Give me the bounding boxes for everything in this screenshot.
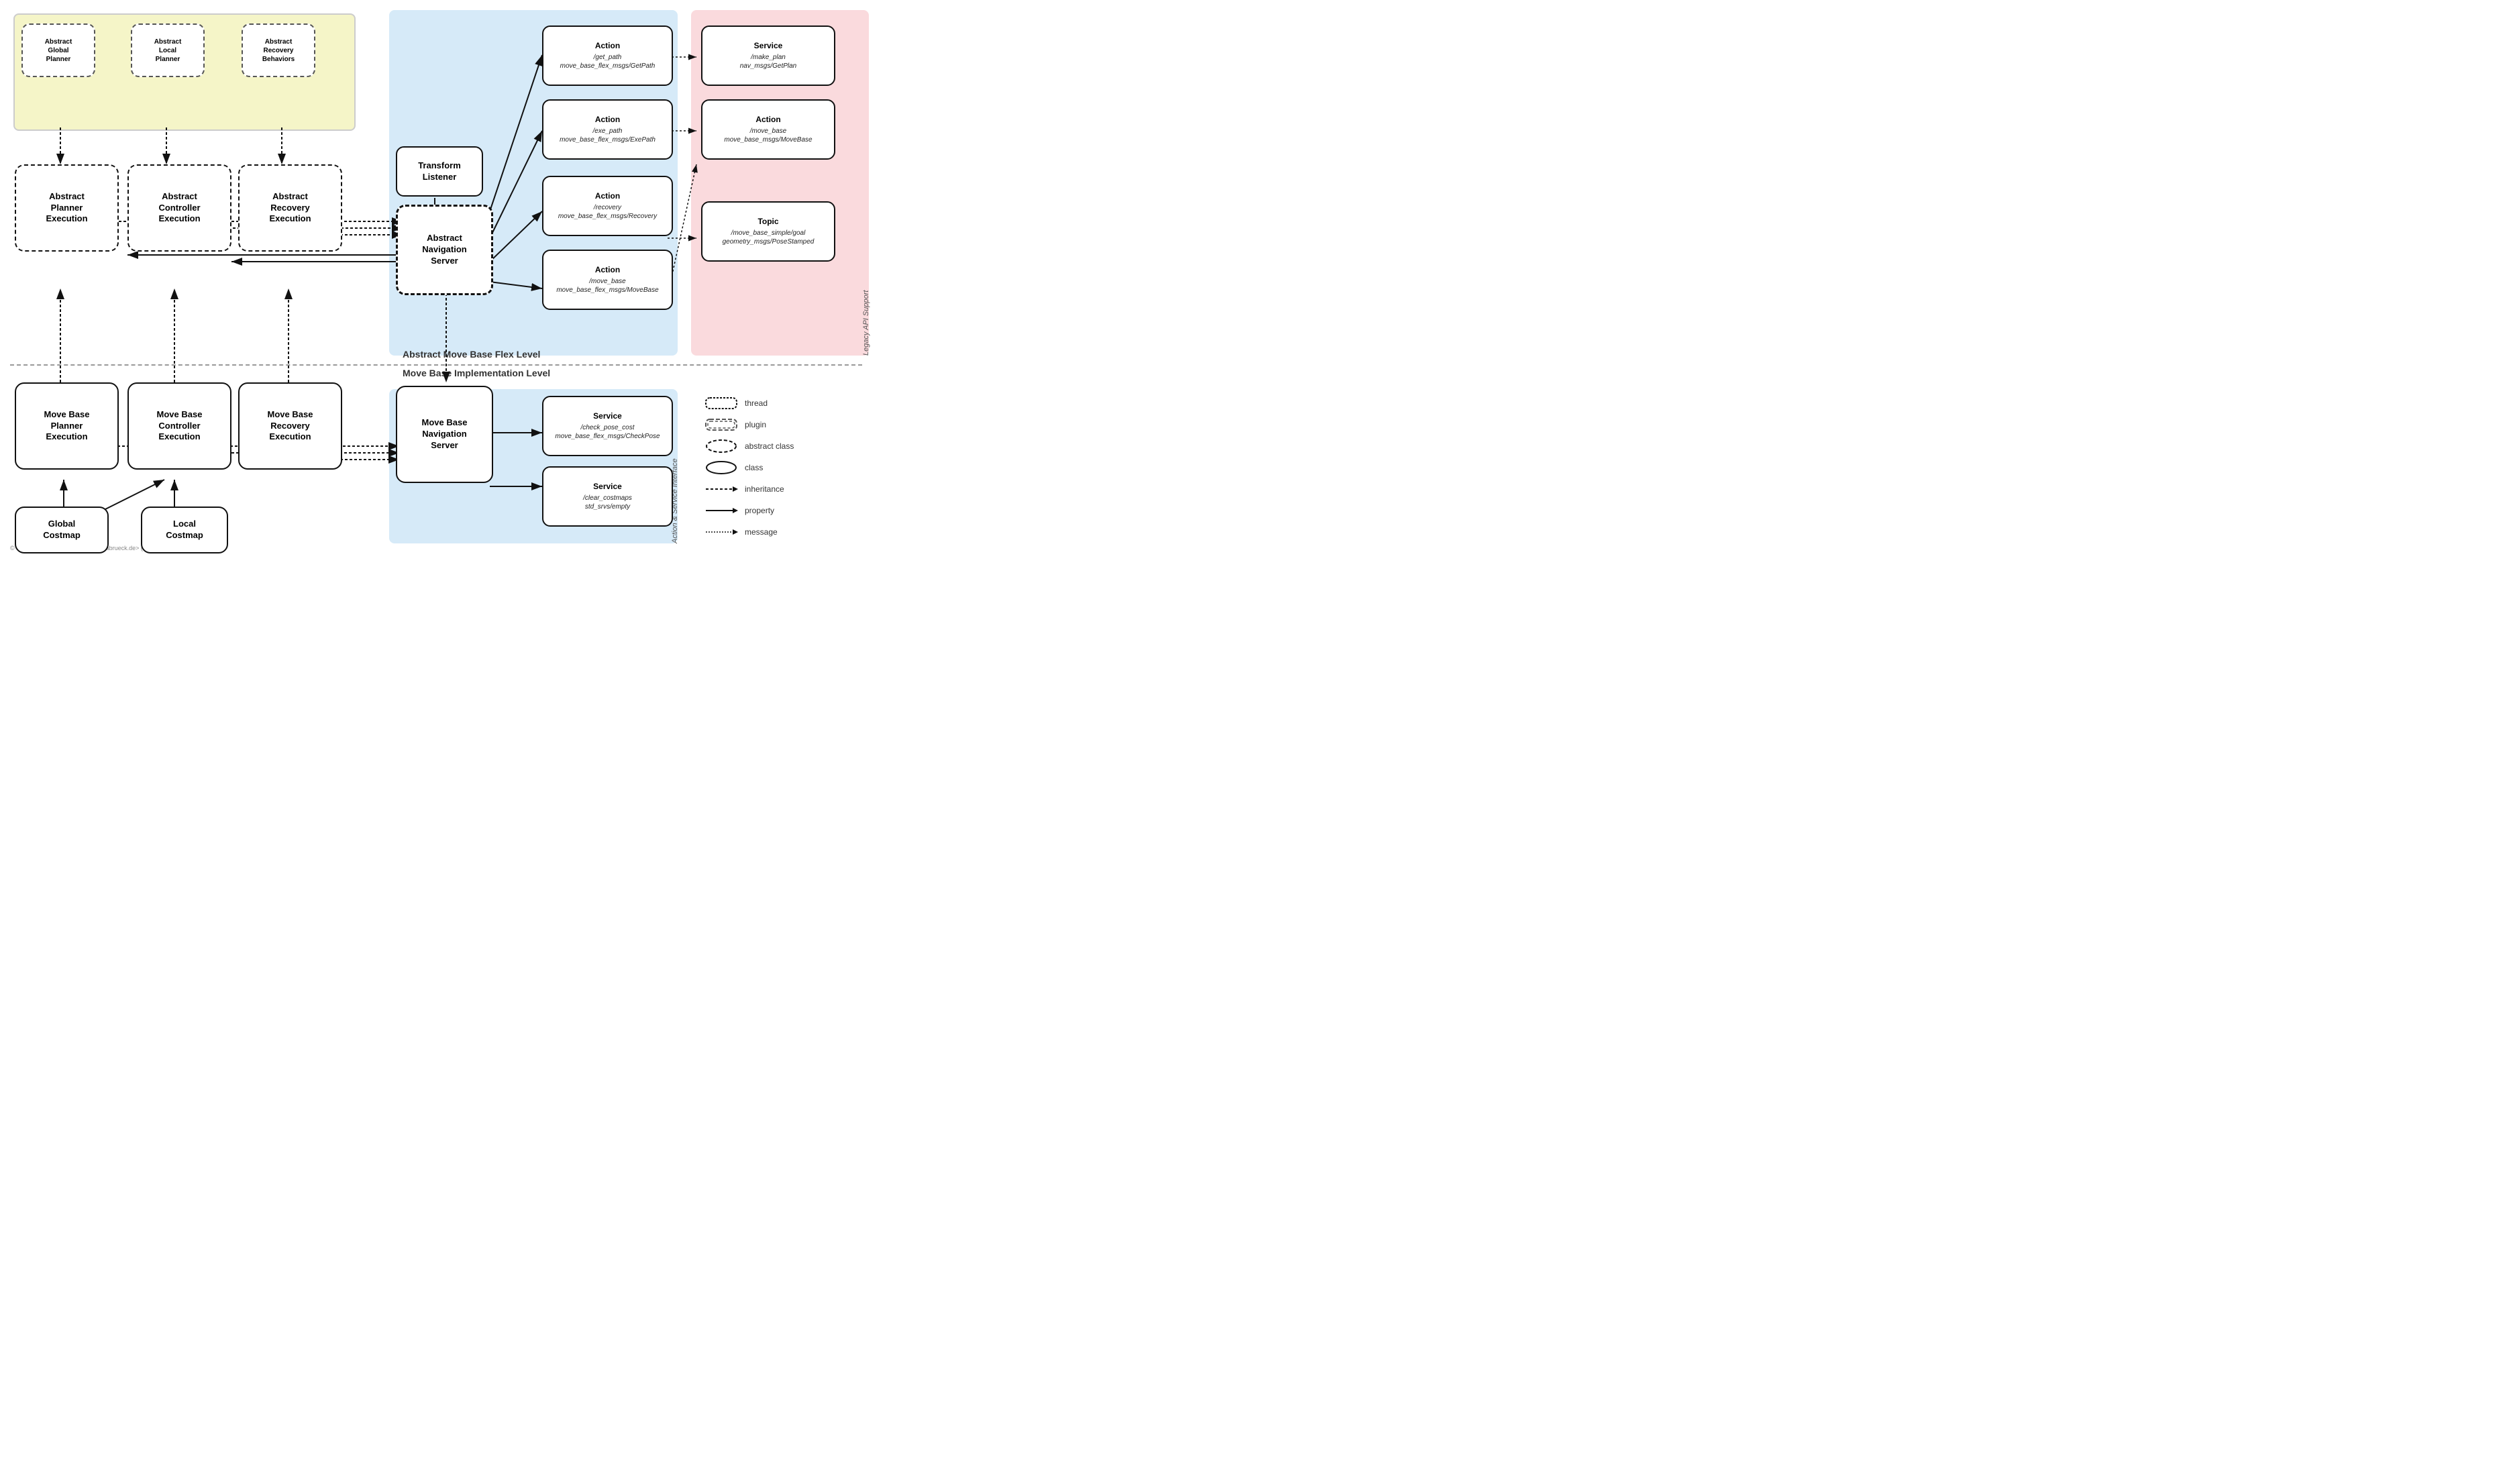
- action-move-base-legacy: Action /move_basemove_base_msgs/MoveBase: [701, 99, 835, 160]
- aep-type: Action: [595, 115, 620, 125]
- plugin-label-2: AbstractLocalPlanner: [154, 38, 182, 64]
- ans-title: AbstractNavigationServer: [422, 233, 466, 267]
- legend-plugin-icon: [704, 417, 738, 432]
- mbns-title: Move BaseNavigationServer: [422, 417, 468, 452]
- plugin-label-1: AbstractGlobalPlanner: [45, 38, 72, 64]
- legend-thread: thread: [704, 396, 794, 411]
- legend: thread plugin abstract class: [704, 396, 794, 546]
- mbce-title: Move BaseControllerExecution: [157, 409, 203, 443]
- plugin-abstract-global-planner: AbstractGlobalPlanner: [21, 23, 95, 77]
- action-move-base-abstract: Action /move_basemove_base_flex_msgs/Mov…: [542, 250, 673, 310]
- mbpe-title: Move BasePlannerExecution: [44, 409, 90, 443]
- legend-class-label: class: [745, 463, 763, 472]
- gc-title: GlobalCostmap: [43, 519, 81, 541]
- legend-property-icon: [704, 503, 738, 518]
- global-costmap: GlobalCostmap: [15, 507, 109, 553]
- legend-property-label: property: [745, 506, 774, 515]
- action-exe-path: Action /exe_pathmove_base_flex_msgs/ExeP…: [542, 99, 673, 160]
- local-costmap: LocalCostmap: [141, 507, 228, 553]
- move-base-planner-execution: Move BasePlannerExecution: [15, 382, 119, 470]
- topic-goal: Topic /move_base_simple/goalgeometry_msg…: [701, 201, 835, 262]
- legend-inheritance: inheritance: [704, 482, 794, 496]
- service-clear-costmaps: Service /clear_costmapsstd_srvs/empty: [542, 466, 673, 527]
- agp-type: Action: [595, 41, 620, 52]
- diagram-container: Plugin Interface Legacy API Support Acti…: [0, 0, 939, 557]
- abstract-recovery-execution: AbstractRecoveryExecution: [238, 164, 342, 252]
- scc-line1: /clear_costmapsstd_srvs/empty: [583, 494, 632, 511]
- smp-type: Service: [754, 41, 783, 52]
- tg-line1: /move_base_simple/goalgeometry_msgs/Pose…: [723, 229, 815, 246]
- ar-type: Action: [595, 191, 620, 202]
- move-base-controller-execution: Move BaseControllerExecution: [127, 382, 231, 470]
- legend-plugin-label: plugin: [745, 420, 766, 429]
- amba-type: Action: [595, 265, 620, 276]
- legacy-api-label: Legacy API Support: [862, 10, 870, 356]
- plugin-abstract-recovery: AbstractRecoveryBehaviors: [242, 23, 315, 77]
- legend-message-icon: [704, 525, 738, 539]
- tl-title: TransformListener: [418, 160, 461, 183]
- legend-thread-icon: [704, 396, 738, 411]
- ape-title: AbstractPlannerExecution: [46, 191, 87, 225]
- legend-plugin: plugin: [704, 417, 794, 432]
- legend-class: class: [704, 460, 794, 475]
- ambl-line1: /move_basemove_base_msgs/MoveBase: [724, 127, 812, 144]
- legend-abstract-class: abstract class: [704, 439, 794, 454]
- plugin-abstract-local-planner: AbstractLocalPlanner: [131, 23, 205, 77]
- abstract-controller-execution: AbstractControllerExecution: [127, 164, 231, 252]
- ar-line1: /recoverymove_base_flex_msgs/Recovery: [558, 203, 657, 221]
- divider-line: [10, 364, 862, 366]
- abstract-level-label: Abstract Move Base Flex Level: [403, 349, 540, 360]
- legend-property: property: [704, 503, 794, 518]
- legend-message: message: [704, 525, 794, 539]
- move-base-navigation-server: Move BaseNavigationServer: [396, 386, 493, 483]
- move-base-recovery-execution: Move BaseRecoveryExecution: [238, 382, 342, 470]
- scp-line1: /check_pose_costmove_base_flex_msgs/Chec…: [555, 423, 660, 441]
- scp-type: Service: [593, 411, 622, 422]
- action-recovery: Action /recoverymove_base_flex_msgs/Reco…: [542, 176, 673, 236]
- legend-abstract-icon: [704, 439, 738, 454]
- service-make-plan: Service /make_plannav_msgs/GetPlan: [701, 25, 835, 86]
- ambl-type: Action: [755, 115, 780, 125]
- ace-title: AbstractControllerExecution: [158, 191, 200, 225]
- mbre-title: Move BaseRecoveryExecution: [268, 409, 313, 443]
- legend-message-label: message: [745, 527, 778, 537]
- legend-class-icon: [704, 460, 738, 475]
- scc-type: Service: [593, 482, 622, 492]
- abstract-planner-execution: AbstractPlannerExecution: [15, 164, 119, 252]
- amba-line1: /move_basemove_base_flex_msgs/MoveBase: [556, 277, 658, 295]
- legend-abstract-label: abstract class: [745, 441, 794, 451]
- implementation-level-label: Move Base Implementation Level: [403, 368, 550, 378]
- action-get-path: Action /get_pathmove_base_flex_msgs/GetP…: [542, 25, 673, 86]
- transform-listener: TransformListener: [396, 146, 483, 197]
- smp-line1: /make_plannav_msgs/GetPlan: [740, 53, 797, 70]
- lc-title: LocalCostmap: [166, 519, 203, 541]
- plugin-label-3: AbstractRecoveryBehaviors: [262, 38, 295, 64]
- legend-inheritance-icon: [704, 482, 738, 496]
- agp-line1: /get_pathmove_base_flex_msgs/GetPath: [560, 53, 656, 70]
- are-title: AbstractRecoveryExecution: [269, 191, 311, 225]
- abstract-navigation-server: AbstractNavigationServer: [396, 205, 493, 295]
- tg-type: Topic: [757, 217, 778, 227]
- aep-line1: /exe_pathmove_base_flex_msgs/ExePath: [560, 127, 656, 144]
- legend-inheritance-label: inheritance: [745, 484, 784, 494]
- service-check-pose: Service /check_pose_costmove_base_flex_m…: [542, 396, 673, 456]
- legend-thread-label: thread: [745, 399, 768, 408]
